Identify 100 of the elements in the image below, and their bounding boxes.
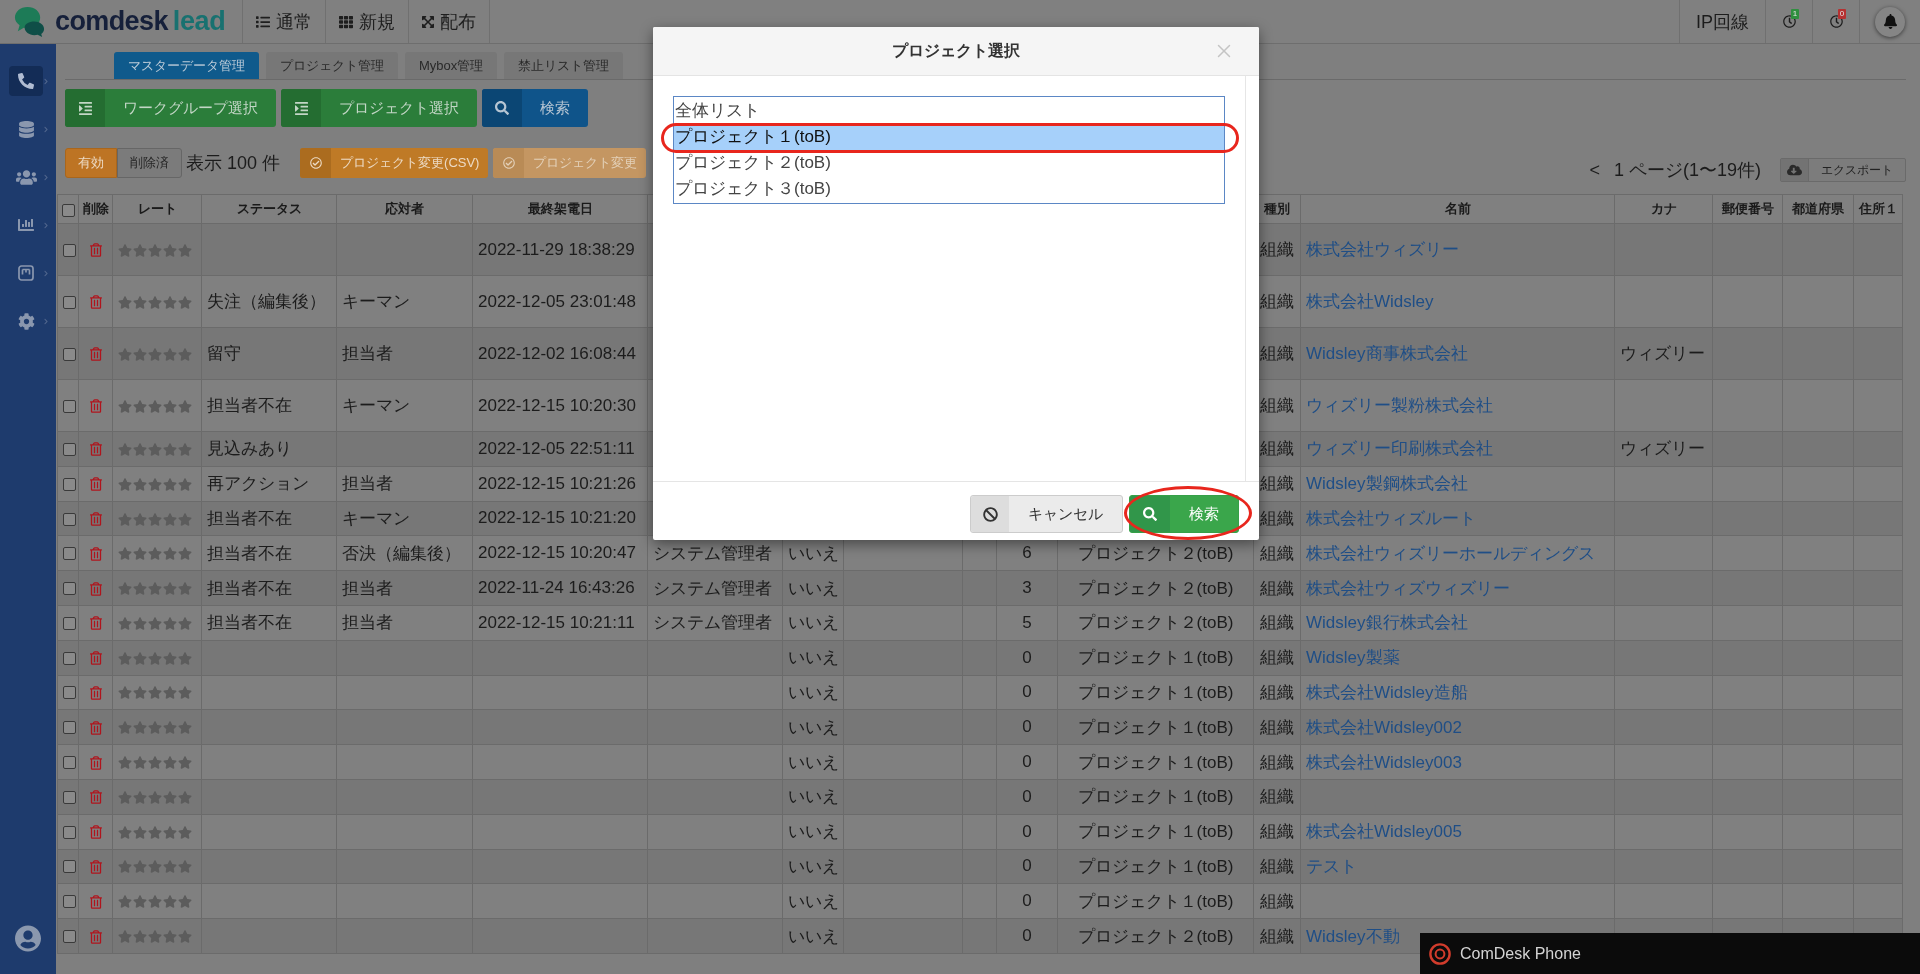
- tab[interactable]: プロジェクト管理: [266, 52, 398, 79]
- row-checkbox[interactable]: [63, 399, 76, 413]
- star-rating[interactable]: [118, 825, 192, 839]
- trash-icon[interactable]: [89, 859, 102, 874]
- trash-icon[interactable]: [89, 442, 102, 457]
- star-rating[interactable]: [118, 399, 192, 413]
- star-rating[interactable]: [118, 243, 192, 257]
- row-checkbox[interactable]: [63, 825, 76, 839]
- line-type-button[interactable]: IP回線: [1679, 0, 1765, 43]
- star-rating[interactable]: [118, 477, 192, 491]
- bell-icon[interactable]: [1875, 6, 1905, 37]
- star-rating[interactable]: [118, 512, 192, 526]
- trash-icon[interactable]: [89, 686, 102, 700]
- company-link[interactable]: 株式会社ウィズリー: [1306, 240, 1459, 259]
- trash-icon[interactable]: [89, 581, 102, 596]
- trash-icon[interactable]: [89, 295, 102, 309]
- tab[interactable]: マスターデータ管理: [114, 52, 259, 79]
- row-checkbox[interactable]: [63, 895, 76, 909]
- row-checkbox[interactable]: [63, 547, 76, 561]
- row-checkbox[interactable]: [63, 721, 76, 735]
- users-icon[interactable]: [15, 168, 37, 186]
- row-checkbox[interactable]: [63, 582, 76, 596]
- star-rating[interactable]: [118, 582, 192, 596]
- trash-icon[interactable]: [89, 512, 102, 526]
- database-icon[interactable]: [18, 120, 34, 138]
- company-link[interactable]: Widsley商事株式会社: [1306, 344, 1468, 363]
- row-checkbox[interactable]: [63, 756, 76, 770]
- nav-link[interactable]: 配布: [408, 0, 490, 43]
- user-avatar-icon[interactable]: [15, 925, 41, 952]
- chevron-right-icon: [44, 317, 48, 325]
- row-checkbox[interactable]: [63, 243, 76, 257]
- select-all-checkbox[interactable]: [61, 203, 75, 217]
- star-rating[interactable]: [118, 347, 192, 361]
- row-checkbox[interactable]: [63, 295, 76, 309]
- trash-icon[interactable]: [89, 755, 102, 770]
- star-rating[interactable]: [118, 790, 192, 804]
- row-checkbox[interactable]: [63, 347, 76, 361]
- nav-link[interactable]: 通常: [242, 0, 325, 43]
- tab[interactable]: 禁止リスト管理: [504, 52, 624, 79]
- trash-icon[interactable]: [89, 720, 102, 735]
- star-rating[interactable]: [118, 930, 192, 944]
- row-checkbox[interactable]: [63, 860, 76, 874]
- star-rating[interactable]: [118, 547, 192, 561]
- listbox-option[interactable]: 全体リスト: [674, 98, 1224, 124]
- star-rating[interactable]: [118, 860, 192, 874]
- trash-icon[interactable]: [89, 616, 102, 631]
- trash-icon[interactable]: [89, 399, 102, 413]
- row-checkbox[interactable]: [63, 477, 76, 491]
- company-link[interactable]: Widsley不動: [1306, 926, 1400, 946]
- company-link[interactable]: Widsley製薬: [1306, 648, 1400, 668]
- trash-icon[interactable]: [89, 790, 102, 805]
- phone-widget[interactable]: ComDesk Phone: [1420, 933, 1920, 974]
- previous-page-link[interactable]: <: [1589, 159, 1600, 181]
- row-checkbox[interactable]: [63, 651, 76, 665]
- trash-icon[interactable]: [89, 894, 102, 909]
- star-rating[interactable]: [118, 651, 192, 665]
- clock-icon[interactable]: [1829, 15, 1843, 28]
- bar-chart-icon[interactable]: [17, 217, 35, 233]
- star-rating[interactable]: [118, 616, 192, 630]
- trash-icon[interactable]: [89, 477, 102, 492]
- clock-icon[interactable]: [1782, 15, 1796, 28]
- select-button[interactable]: ワークグループ選択: [65, 89, 276, 127]
- star-rating[interactable]: [118, 295, 192, 309]
- phone-icon[interactable]: [9, 66, 43, 96]
- record-filter-button[interactable]: 削除済: [117, 148, 182, 178]
- row-checkbox[interactable]: [63, 930, 76, 944]
- star-rating[interactable]: [118, 442, 192, 456]
- project-listbox[interactable]: 全体リスト プロジェクト１(toB) プロジェクト２(toB) プロジェクト３(toB): [673, 96, 1225, 204]
- record-filter-button[interactable]: 有効: [65, 148, 117, 178]
- trash-icon[interactable]: [89, 825, 102, 840]
- company-link[interactable]: テスト: [1306, 856, 1357, 876]
- listbox-option[interactable]: プロジェクト２(toB): [674, 150, 1224, 176]
- search-button[interactable]: 検索: [482, 89, 588, 127]
- listbox-option[interactable]: プロジェクト３(toB): [674, 176, 1224, 202]
- trash-icon[interactable]: [89, 651, 102, 666]
- row-checkbox[interactable]: [63, 790, 76, 804]
- row-checkbox[interactable]: [63, 442, 76, 456]
- trash-icon[interactable]: [89, 929, 102, 944]
- export-button[interactable]: エクスポート: [1780, 158, 1906, 182]
- row-checkbox[interactable]: [63, 686, 76, 700]
- row-checkbox[interactable]: [63, 616, 76, 630]
- nav-link[interactable]: 新規: [325, 0, 408, 43]
- star-rating[interactable]: [118, 756, 192, 770]
- star-rating[interactable]: [118, 686, 192, 700]
- trash-icon[interactable]: [89, 347, 102, 361]
- cancel-button[interactable]: キャンセル: [970, 495, 1123, 533]
- trash-icon[interactable]: [89, 546, 102, 561]
- row-checkbox[interactable]: [63, 512, 76, 526]
- search-button[interactable]: 検索: [1129, 495, 1239, 533]
- project-change-button[interactable]: プロジェクト変更(CSV): [300, 148, 489, 178]
- select-button[interactable]: プロジェクト選択: [281, 89, 477, 127]
- star-rating[interactable]: [118, 895, 192, 909]
- logo-icon: [13, 5, 46, 38]
- listbox-option[interactable]: プロジェクト１(toB): [674, 124, 1224, 150]
- company-link[interactable]: 株式会社Widsley: [1306, 292, 1434, 311]
- settings-icon[interactable]: [17, 312, 35, 330]
- star-rating[interactable]: [118, 721, 192, 735]
- trash-icon[interactable]: [89, 243, 102, 257]
- tab[interactable]: Mybox管理: [405, 52, 498, 79]
- kanban-board-icon[interactable]: [18, 265, 34, 281]
